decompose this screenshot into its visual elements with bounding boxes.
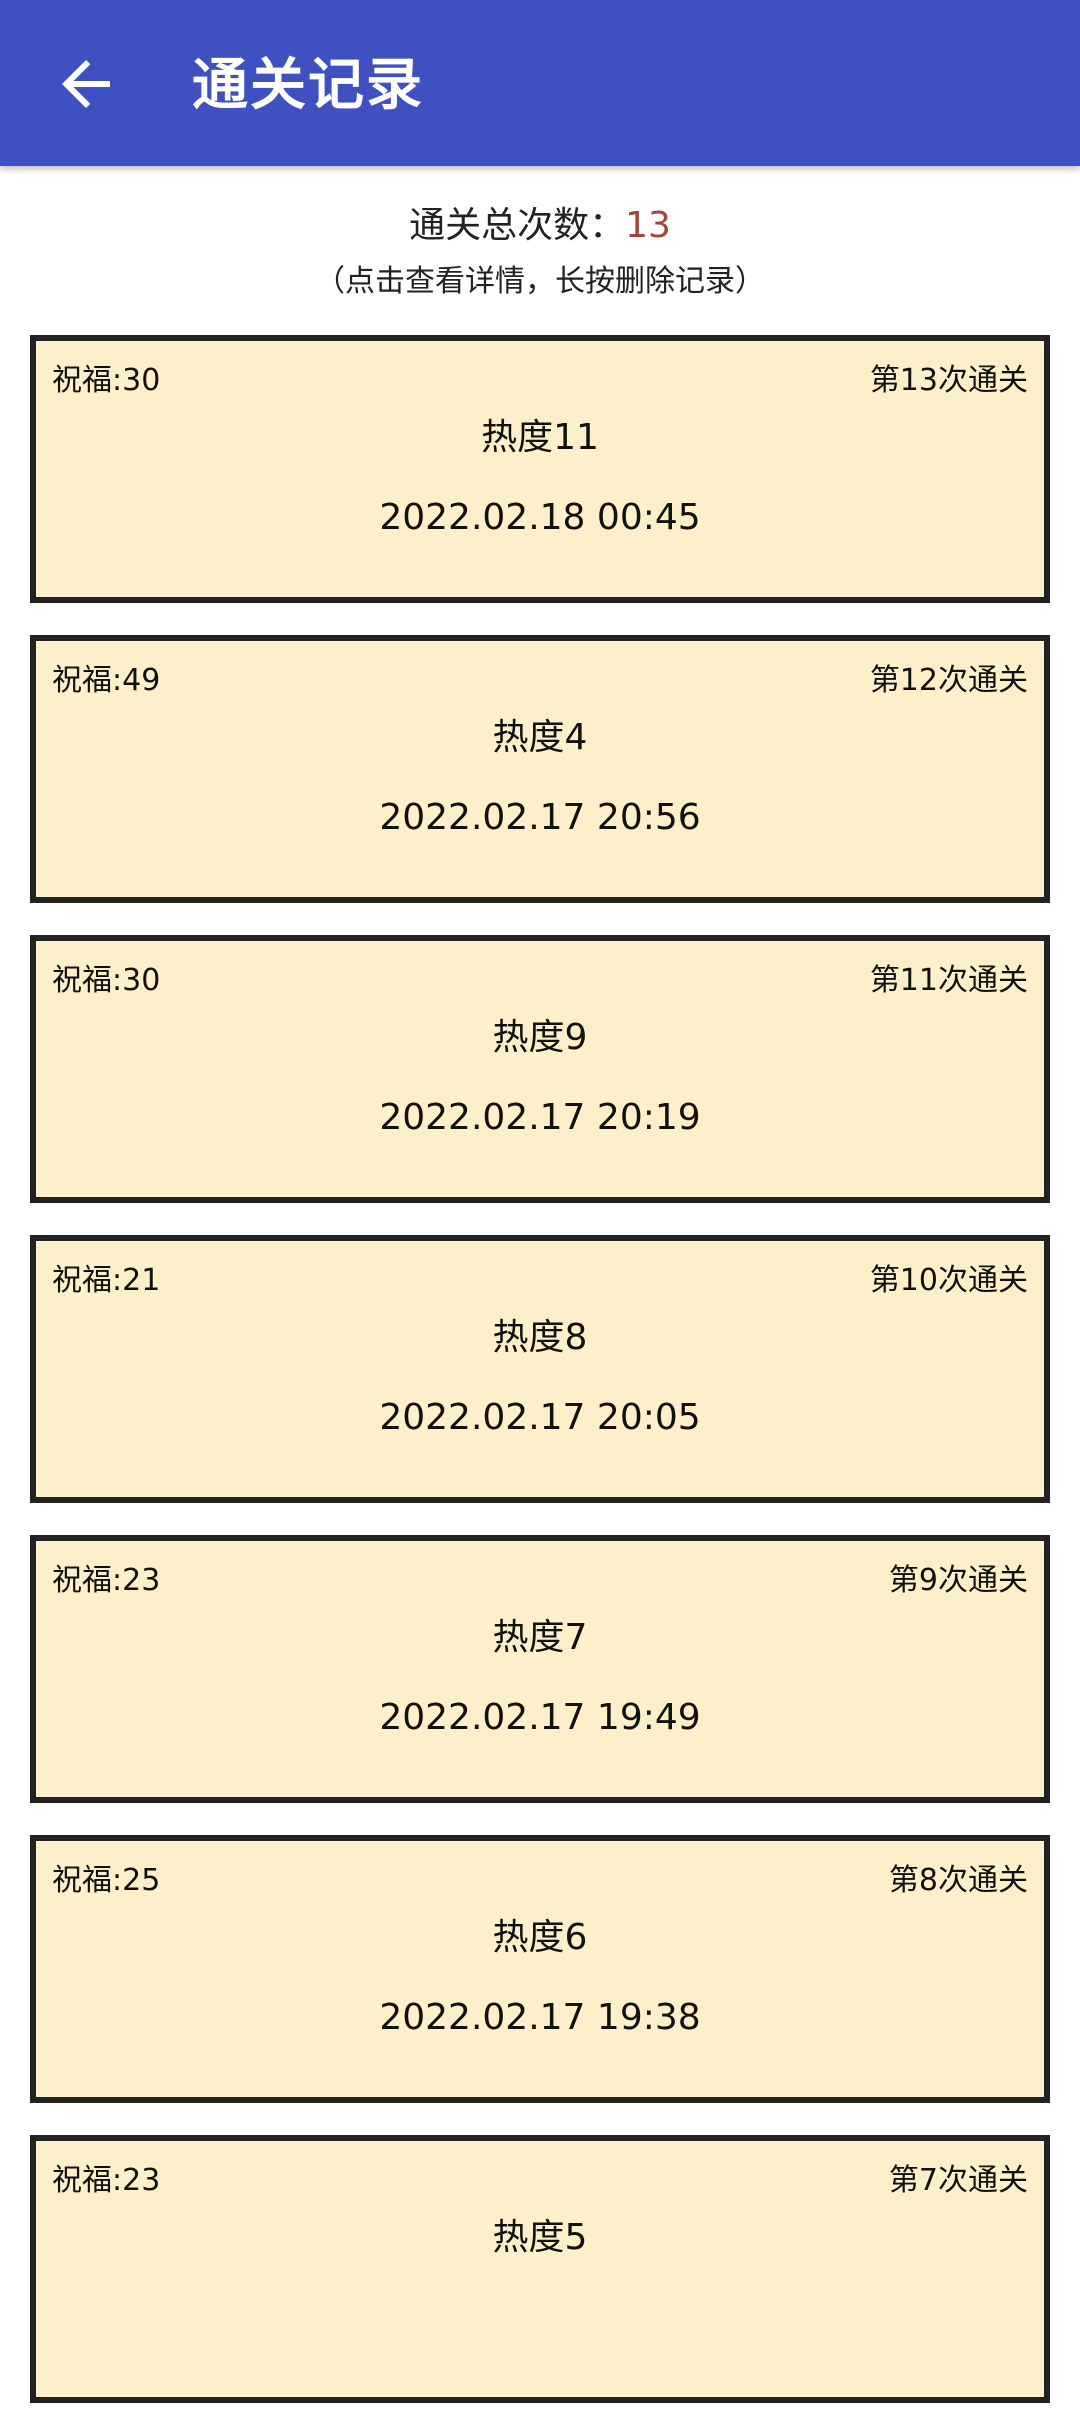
page-title: 通关记录 (192, 53, 424, 118)
record-heat: 热度6 (492, 1917, 588, 1958)
record-clear-number: 第10次通关 (869, 1263, 1028, 1298)
record-clear-number: 第13次通关 (869, 363, 1028, 398)
record-card[interactable]: 祝福:21 第10次通关 热度8 2022.02.17 20:05 (30, 1235, 1050, 1503)
record-clear-number: 第9次通关 (888, 1563, 1028, 1598)
record-time: 2022.02.18 00:45 (379, 497, 701, 538)
record-time: 2022.02.17 19:38 (379, 1997, 701, 2038)
record-clear-number: 第11次通关 (869, 963, 1028, 998)
total-clears-count: 13 (625, 205, 671, 246)
record-clear-number: 第12次通关 (869, 663, 1028, 698)
total-clears-label: 通关总次数： (409, 205, 626, 246)
record-blessing: 祝福:23 (52, 2163, 161, 2198)
record-card[interactable]: 祝福:23 第7次通关 热度5 (30, 2135, 1050, 2403)
app-bar: 通关记录 (0, 0, 1080, 166)
record-time: 2022.02.17 20:56 (379, 797, 701, 838)
record-blessing: 祝福:30 (52, 963, 161, 998)
record-card[interactable]: 祝福:30 第13次通关 热度11 2022.02.18 00:45 (30, 335, 1050, 603)
record-clear-number: 第8次通关 (888, 1863, 1028, 1898)
record-heat: 热度5 (492, 2217, 588, 2258)
record-heat: 热度7 (492, 1617, 588, 1658)
record-blessing: 祝福:49 (52, 663, 161, 698)
record-blessing: 祝福:30 (52, 363, 161, 398)
record-time: 2022.02.17 20:19 (379, 1097, 701, 1138)
record-card[interactable]: 祝福:23 第9次通关 热度7 2022.02.17 19:49 (30, 1535, 1050, 1803)
record-blessing: 祝福:21 (52, 1263, 161, 1298)
record-heat: 热度8 (492, 1317, 588, 1358)
record-card[interactable]: 祝福:30 第11次通关 热度9 2022.02.17 20:19 (30, 935, 1050, 1203)
back-button[interactable] (50, 48, 122, 120)
record-card[interactable]: 祝福:49 第12次通关 热度4 2022.02.17 20:56 (30, 635, 1050, 903)
total-clears-summary: 通关总次数：13 (0, 196, 1080, 256)
record-clear-number: 第7次通关 (888, 2163, 1028, 2198)
record-list: 祝福:30 第13次通关 热度11 2022.02.18 00:45 祝福:49… (30, 335, 1050, 2435)
record-time: 2022.02.17 20:05 (379, 1397, 701, 1438)
record-time: 2022.02.17 19:49 (379, 1697, 701, 1738)
record-card[interactable]: 祝福:25 第8次通关 热度6 2022.02.17 19:38 (30, 1835, 1050, 2103)
record-blessing: 祝福:23 (52, 1563, 161, 1598)
usage-hint: （点击查看详情，长按删除记录） (315, 264, 765, 299)
record-heat: 热度9 (492, 1017, 588, 1058)
arrow-left-icon (62, 60, 110, 108)
record-heat: 热度11 (481, 417, 599, 458)
record-blessing: 祝福:25 (52, 1863, 161, 1898)
record-heat: 热度4 (492, 717, 588, 758)
